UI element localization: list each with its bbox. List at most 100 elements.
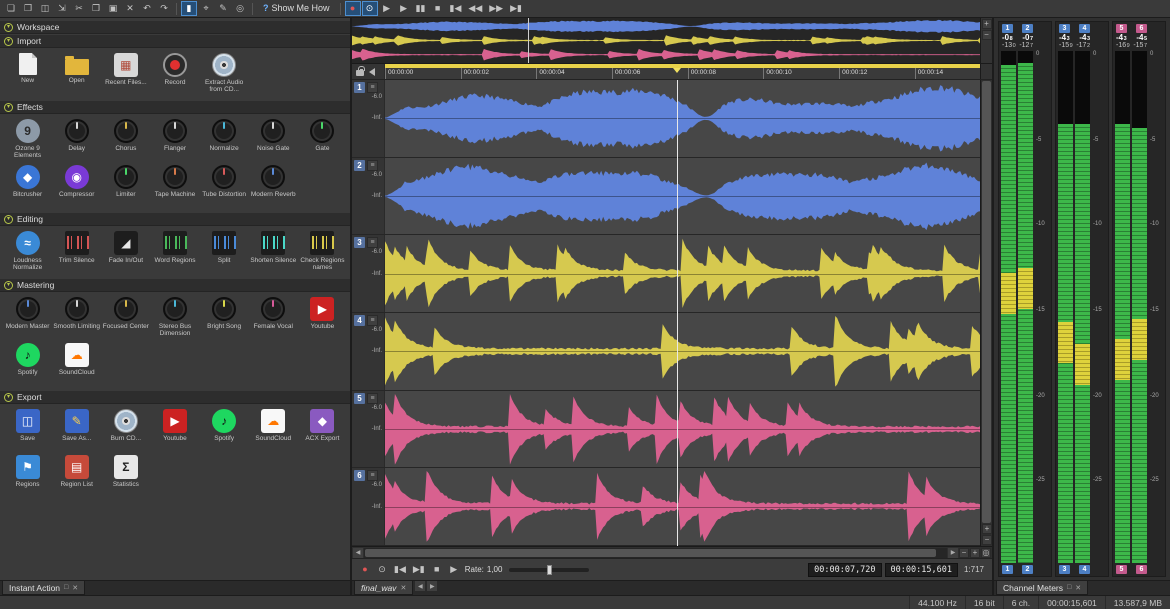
- channel-6-menu-button[interactable]: ≡: [367, 470, 378, 481]
- zoom-in-button[interactable]: +: [970, 548, 980, 558]
- channel-1-menu-button[interactable]: ≡: [367, 82, 378, 93]
- action-modern-master[interactable]: Modern Master: [4, 295, 51, 339]
- action-soundcloud[interactable]: ☁SoundCloud: [250, 407, 297, 451]
- go-to-start-button[interactable]: ▮◀: [391, 562, 409, 577]
- close-panel-icon[interactable]: ✕: [1075, 584, 1081, 592]
- action-extract-audio-from-cd[interactable]: Extract Audio from CD...: [201, 51, 248, 95]
- loop-button[interactable]: ⊙: [374, 562, 390, 577]
- channel-5-waveform[interactable]: [385, 391, 980, 468]
- zoom-out-button[interactable]: −: [959, 548, 969, 558]
- loop-playback-button[interactable]: ⊙: [362, 1, 378, 16]
- channel-2-waveform[interactable]: [385, 158, 980, 235]
- edit-tool-button[interactable]: ▮: [181, 1, 197, 16]
- length-field[interactable]: 00:00:15,601: [885, 563, 958, 577]
- action-regions[interactable]: ⚑Regions: [4, 453, 51, 497]
- action-compressor[interactable]: ◉Compressor: [53, 163, 100, 207]
- section-header-editing[interactable]: ▾Editing: [0, 213, 350, 226]
- rate-slider[interactable]: [509, 568, 589, 572]
- action-acx-export[interactable]: ◆ACX Export: [299, 407, 346, 451]
- overview-waveform[interactable]: [352, 18, 980, 63]
- vertical-zoom-in-button[interactable]: +: [982, 524, 992, 534]
- play-all-button[interactable]: ▶: [379, 1, 395, 16]
- action-smooth-limiting[interactable]: Smooth Limiting: [53, 295, 100, 339]
- scroll-right-button[interactable]: ▶: [948, 548, 958, 558]
- float-panel-icon[interactable]: □: [64, 584, 68, 591]
- action-normalize[interactable]: Normalize: [201, 117, 248, 161]
- close-panel-icon[interactable]: ✕: [72, 584, 78, 592]
- section-header-workspace[interactable]: ▾Workspace: [0, 21, 350, 34]
- rate-slider-thumb[interactable]: [547, 565, 552, 575]
- pencil-tool-button[interactable]: ✎: [215, 1, 231, 16]
- action-soundcloud[interactable]: ☁SoundCloud: [53, 341, 100, 385]
- trash-button[interactable]: ✕: [122, 1, 138, 16]
- pause-button[interactable]: ▮▮: [413, 1, 429, 16]
- go-to-end-button[interactable]: ▶▮: [507, 1, 525, 16]
- audio-overview[interactable]: + −: [352, 18, 992, 64]
- record-button[interactable]: ●: [357, 562, 373, 577]
- action-spotify[interactable]: ♪Spotify: [201, 407, 248, 451]
- action-word-regions[interactable]: Word Regions: [151, 229, 198, 273]
- forward-button[interactable]: ▶▶: [486, 1, 506, 16]
- open-file-button[interactable]: ❒: [20, 1, 36, 16]
- channel-6-waveform[interactable]: [385, 468, 980, 545]
- action-ozone-9-elements[interactable]: 9Ozone 9 Elements: [4, 117, 51, 161]
- prev-tab-button[interactable]: ◀: [415, 581, 425, 591]
- action-save-as[interactable]: ✎Save As...: [53, 407, 100, 451]
- action-tape-machine[interactable]: Tape Machine: [151, 163, 198, 207]
- import-audio-button[interactable]: ⇲: [54, 1, 70, 16]
- action-gate[interactable]: Gate: [299, 117, 346, 161]
- playhead-marker[interactable]: [673, 68, 681, 73]
- action-region-list[interactable]: ▤Region List: [53, 453, 100, 497]
- scroll-left-button[interactable]: ◀: [353, 548, 363, 558]
- zoom-menu-button[interactable]: ◎: [981, 548, 991, 558]
- float-panel-icon[interactable]: □: [1067, 584, 1071, 591]
- overview-zoom-out-button[interactable]: −: [982, 30, 992, 40]
- channel-2-menu-button[interactable]: ≡: [367, 160, 378, 171]
- action-flanger[interactable]: Flanger: [151, 117, 198, 161]
- action-shorten-silence[interactable]: Shorten Silence: [250, 229, 297, 273]
- stop-button[interactable]: ■: [430, 1, 446, 16]
- tab-channel-meters[interactable]: Channel Meters □ ✕: [996, 581, 1088, 595]
- action-delay[interactable]: Delay: [53, 117, 100, 161]
- channel-4-waveform[interactable]: [385, 313, 980, 390]
- vertical-scrollbar[interactable]: + −: [980, 80, 992, 546]
- action-limiter[interactable]: Limiter: [102, 163, 149, 207]
- speaker-icon[interactable]: [369, 68, 375, 76]
- section-header-mastering[interactable]: ▾Mastering: [0, 279, 350, 292]
- time-ruler[interactable]: 00:00:0000:00:0200:00:0400:00:0600:00:08…: [385, 64, 980, 79]
- go-to-end-button[interactable]: ▶▮: [410, 562, 428, 577]
- action-split[interactable]: Split: [201, 229, 248, 273]
- stop-button[interactable]: ■: [429, 562, 445, 577]
- show-me-how-button[interactable]: ? Show Me How: [257, 1, 336, 16]
- overview-zoom-in-button[interactable]: +: [982, 19, 992, 29]
- channel-3-waveform[interactable]: [385, 235, 980, 312]
- action-open[interactable]: Open: [53, 51, 100, 95]
- cut-button[interactable]: ✂: [71, 1, 87, 16]
- copy-button[interactable]: ❐: [88, 1, 104, 16]
- action-statistics[interactable]: ΣStatistics: [102, 453, 149, 497]
- channel-4-menu-button[interactable]: ≡: [367, 315, 378, 326]
- action-stereo-bus-dimension[interactable]: Stereo Bus Dimension: [151, 295, 198, 339]
- action-tube-distortion[interactable]: Tube Distortion: [201, 163, 248, 207]
- section-header-export[interactable]: ▾Export: [0, 391, 350, 404]
- horizontal-scrollbar-thumb[interactable]: [365, 549, 936, 557]
- action-record[interactable]: Record: [151, 51, 198, 95]
- record-button[interactable]: ●: [345, 1, 361, 16]
- action-save[interactable]: ◫Save: [4, 407, 51, 451]
- play-button[interactable]: ▶: [396, 1, 412, 16]
- action-modern-reverb[interactable]: Modern Reverb: [250, 163, 297, 207]
- action-fade-in-out[interactable]: ◢Fade In/Out: [102, 229, 149, 273]
- next-tab-button[interactable]: ▶: [427, 581, 437, 591]
- tab-close-icon[interactable]: ✕: [400, 584, 406, 592]
- magnify-tool-button[interactable]: ⌖: [198, 1, 214, 16]
- channel-3-menu-button[interactable]: ≡: [367, 237, 378, 248]
- section-header-effects[interactable]: ▾Effects: [0, 101, 350, 114]
- vertical-scrollbar-thumb[interactable]: [982, 81, 991, 523]
- horizontal-scrollbar[interactable]: [364, 548, 947, 558]
- zoom-tool-button[interactable]: ◎: [232, 1, 248, 16]
- action-noise-gate[interactable]: Noise Gate: [250, 117, 297, 161]
- go-to-start-button[interactable]: ▮◀: [447, 1, 465, 16]
- action-trim-silence[interactable]: Trim Silence: [53, 229, 100, 273]
- section-header-import[interactable]: ▾Import: [0, 35, 350, 48]
- loop-region-bar[interactable]: [385, 64, 980, 68]
